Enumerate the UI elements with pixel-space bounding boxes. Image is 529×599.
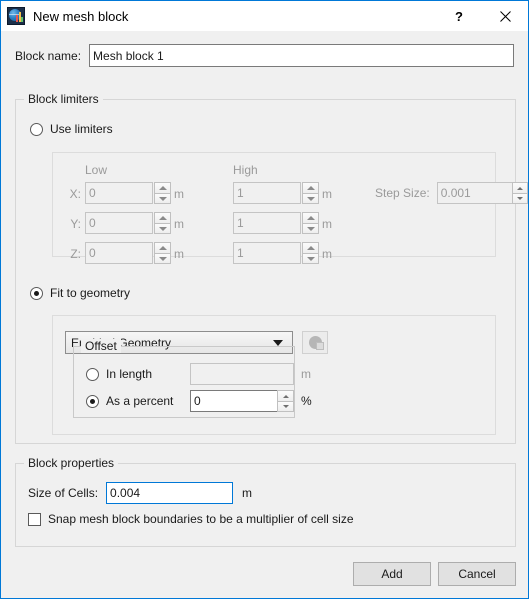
fit-to-geometry-label: Fit to geometry [50,286,131,300]
offset-in-length-row: In length m [86,363,311,385]
cancel-button[interactable]: Cancel [438,562,516,586]
fit-to-geometry-frame: Enabled Geometry Offset In length m As a… [52,315,496,435]
add-button[interactable]: Add [353,562,431,586]
step-size-input[interactable] [436,182,513,204]
z-high-spin-buttons[interactable] [302,242,319,264]
radio-indicator [30,286,43,300]
block-name-input[interactable] [89,44,514,67]
snap-boundaries-checkbox[interactable]: Snap mesh block boundaries to be a multi… [28,512,354,526]
limiters-fields-frame: Low High X: m [52,152,528,264]
step-size-spin-buttons[interactable] [511,182,528,204]
as-percent-label: As a percent [106,394,174,408]
block-name-label: Block name: [15,48,82,63]
x-low-input[interactable] [85,182,153,204]
block-limiters-group: Block limiters Use limiters Low High X: [15,92,528,444]
as-percent-spin-buttons[interactable] [277,390,294,412]
title-bar: New mesh block ? [1,1,528,31]
axis-label-y: Y: [70,217,81,231]
new-mesh-block-dialog: New mesh block ? Block name: Block limit… [0,0,529,599]
in-length-unit: m [301,367,311,381]
in-length-input[interactable] [190,363,294,385]
help-button[interactable]: ? [436,1,482,31]
geometry-pick-icon[interactable] [302,331,328,354]
window-title: New mesh block [33,8,129,24]
spin-down-icon[interactable] [154,193,171,204]
z-high-input[interactable] [233,242,301,264]
fit-to-geometry-radio[interactable]: Fit to geometry [30,286,130,300]
use-limiters-label: Use limiters [50,122,113,136]
as-percent-radio[interactable]: As a percent [86,394,190,408]
z-high-unit: m [322,247,332,261]
checkbox-indicator [28,512,41,526]
block-name-row: Block name: [15,44,514,67]
axis-label-z: Z: [70,247,81,261]
as-percent-input[interactable] [190,390,278,412]
block-limiters-legend: Block limiters [24,92,103,106]
spin-up-icon[interactable] [302,212,319,223]
offset-as-percent-row: As a percent % [86,390,312,412]
spin-up-icon[interactable] [302,182,319,193]
axis-label-x: X: [69,187,81,201]
y-low-spinner[interactable] [85,212,171,234]
block-properties-legend: Block properties [24,456,119,470]
x-low-unit: m [174,187,184,201]
dialog-footer: Add Cancel [1,550,528,598]
spin-up-icon[interactable] [154,182,171,193]
y-high-spinner[interactable] [233,212,319,234]
y-low-spin-buttons[interactable] [154,212,171,234]
spin-up-icon[interactable] [277,390,294,401]
in-length-label: In length [106,367,153,381]
y-high-unit: m [322,217,332,231]
dialog-body: Block name: Block limiters Use limiters … [1,31,528,598]
size-of-cells-row: Size of Cells: m [28,482,252,504]
spin-down-icon[interactable] [302,253,319,264]
y-low-unit: m [174,217,184,231]
spin-down-icon[interactable] [302,193,319,204]
size-of-cells-unit: m [242,486,253,500]
x-low-spin-buttons[interactable] [154,182,171,204]
x-high-spinner[interactable] [233,182,319,204]
snap-boundaries-label: Snap mesh block boundaries to be a multi… [48,512,354,526]
y-high-input[interactable] [233,212,301,234]
x-high-input[interactable] [233,182,301,204]
spin-down-icon[interactable] [154,223,171,234]
spin-up-icon[interactable] [511,182,528,193]
spin-down-icon[interactable] [511,193,528,204]
as-percent-unit: % [301,394,312,408]
step-size-field[interactable]: Step Size: [375,182,528,204]
spin-up-icon[interactable] [154,212,171,223]
chevron-down-icon [273,339,283,346]
low-column-header: Low [85,163,108,177]
z-low-spin-buttons[interactable] [154,242,171,264]
in-length-radio[interactable]: In length [86,367,190,381]
block-properties-group: Block properties Size of Cells: m Snap m… [15,456,516,547]
spin-up-icon[interactable] [302,242,319,253]
step-size-label: Step Size: [375,186,430,200]
radio-indicator [86,367,99,381]
offset-legend: Offset [81,339,121,353]
spin-down-icon[interactable] [302,223,319,234]
spin-down-icon[interactable] [277,401,294,412]
size-of-cells-input[interactable] [106,482,234,504]
high-column-header: High [233,163,258,177]
use-limiters-radio[interactable]: Use limiters [30,122,113,136]
z-low-input[interactable] [85,242,153,264]
z-low-spinner[interactable] [85,242,171,264]
offset-group: Offset In length m As a percent 0 % [73,339,312,418]
y-high-spin-buttons[interactable] [302,212,319,234]
z-high-spinner[interactable] [233,242,319,264]
radio-indicator [30,122,43,136]
x-low-spinner[interactable] [85,182,171,204]
spin-up-icon[interactable] [154,242,171,253]
z-low-unit: m [174,247,184,261]
spin-down-icon[interactable] [154,253,171,264]
window-controls: ? [436,1,528,31]
x-high-spin-buttons[interactable] [302,182,319,204]
size-of-cells-label: Size of Cells: [28,486,99,500]
radio-indicator [86,394,99,408]
close-icon[interactable] [482,1,528,31]
mesh-globe-icon [7,7,25,25]
x-high-unit: m [322,187,332,201]
y-low-input[interactable] [85,212,153,234]
